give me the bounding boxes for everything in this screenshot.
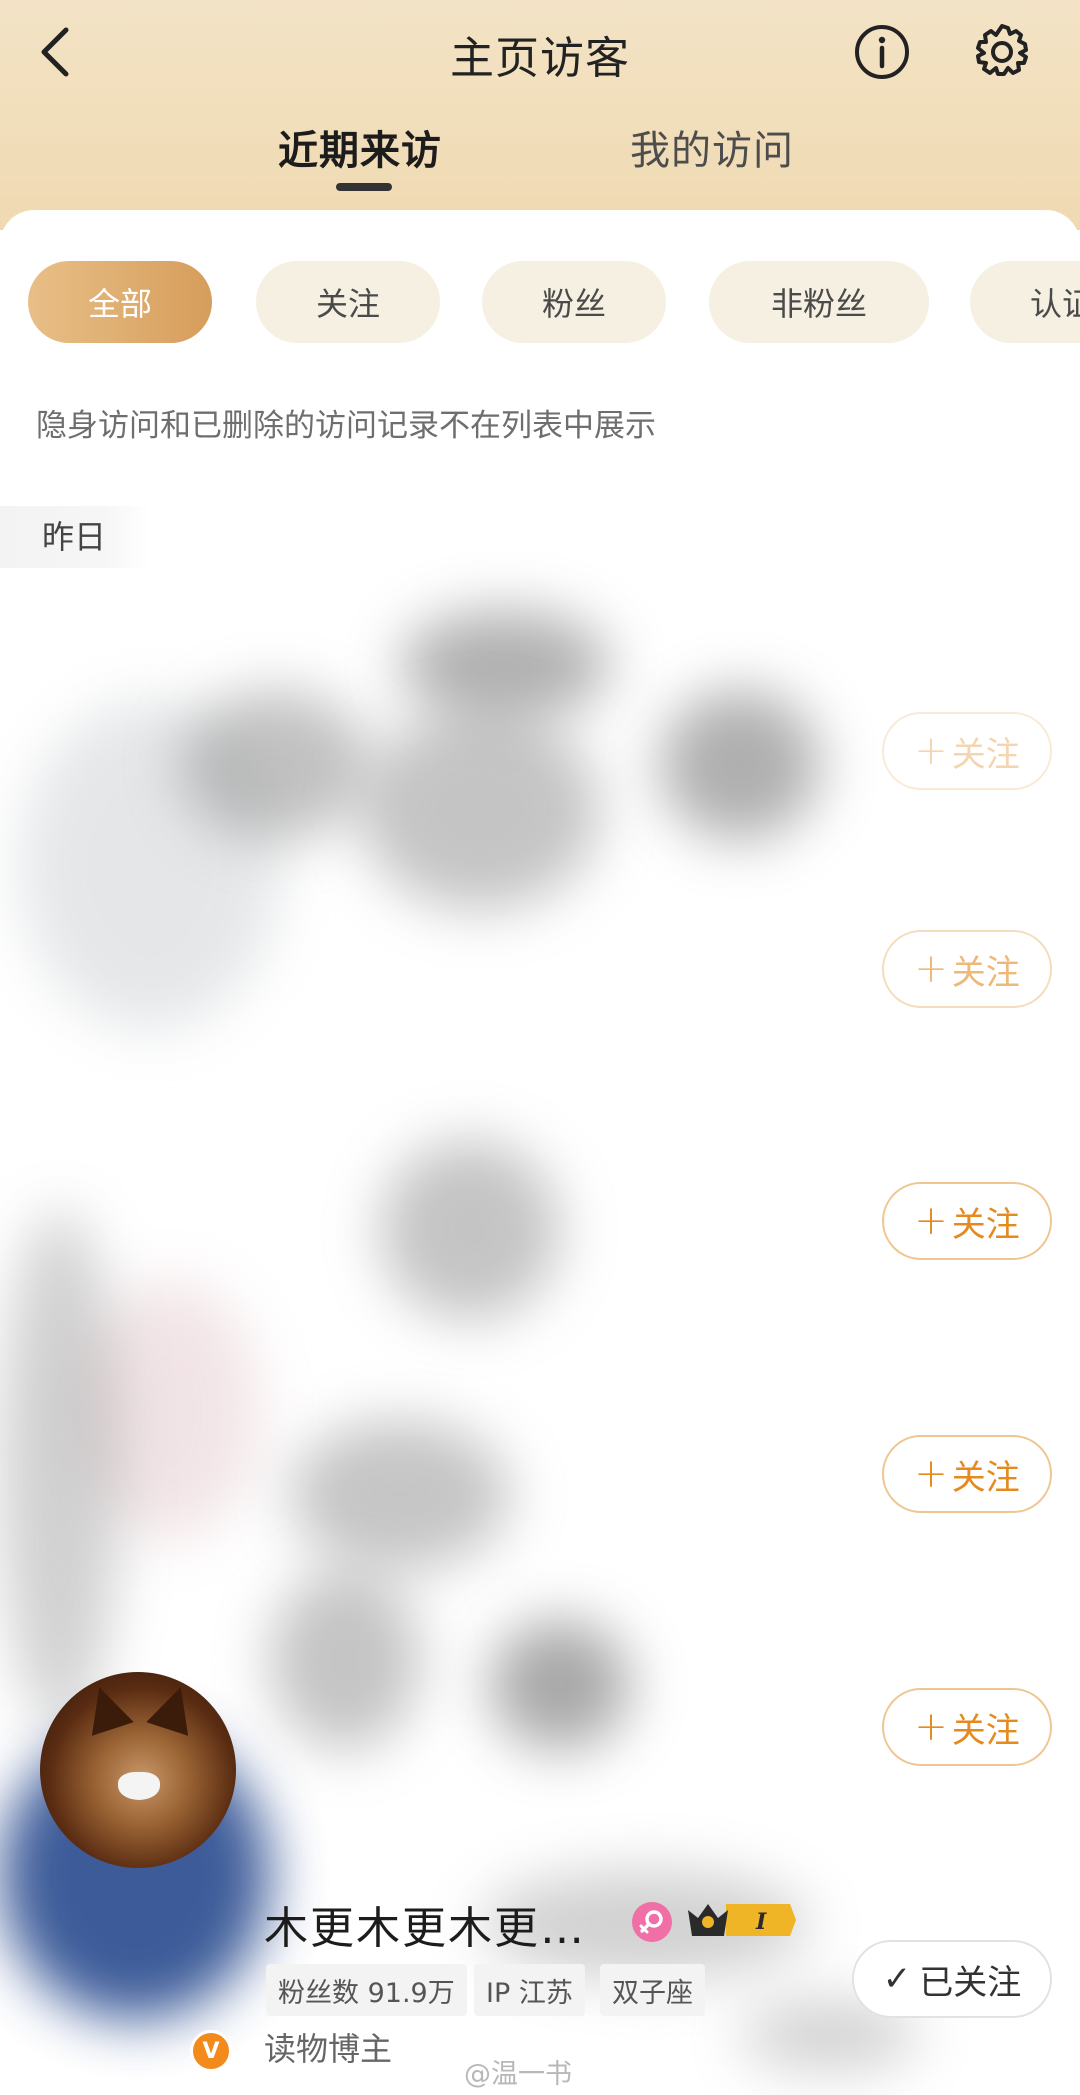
date-group-label: 昨日 — [0, 506, 150, 568]
follow-button-label: 关注 — [951, 952, 1020, 993]
blur-patch — [290, 1420, 510, 1570]
privacy-notice: 隐身访问和已删除的访问记录不在列表中展示 — [36, 408, 656, 444]
filter-chip-all[interactable]: 全部 — [28, 261, 212, 343]
filter-chip-fans[interactable]: 粉丝 — [482, 261, 666, 343]
filter-chip-verified[interactable]: 认证 — [970, 261, 1080, 343]
watermark: @温一书 — [464, 2059, 572, 2090]
plus-icon: + — [914, 728, 948, 774]
visitor-description: 读物博主 — [264, 2030, 393, 2068]
follow-button-label: 关注 — [951, 1710, 1020, 1751]
active-tab-indicator — [336, 183, 392, 191]
follow-button-label: 关注 — [951, 734, 1020, 775]
blur-patch — [380, 1140, 560, 1320]
follow-button[interactable]: + 关注 — [882, 930, 1052, 1008]
avatar-cat-ear — [78, 1680, 134, 1736]
page-title: 主页访客 — [450, 33, 630, 84]
blur-patch — [490, 1620, 630, 1750]
blur-patch — [270, 1570, 420, 1750]
plus-icon: + — [914, 1704, 948, 1750]
check-icon: ✓ — [882, 1959, 912, 1999]
follow-button[interactable]: + 关注 — [882, 1182, 1052, 1260]
avatar-mask — [118, 1772, 160, 1800]
ip-location-tag: IP 江苏 — [474, 1964, 585, 2016]
plus-icon: + — [914, 946, 948, 992]
tab-my-visits[interactable]: 我的访问 — [630, 118, 794, 176]
fan-count-tag: 粉丝数 91.9万 — [266, 1964, 467, 2016]
gear-icon[interactable] — [970, 20, 1034, 84]
filter-chip-following[interactable]: 关注 — [256, 261, 440, 343]
follow-button[interactable]: + 关注 — [882, 1435, 1052, 1513]
plus-icon: + — [914, 1198, 948, 1244]
blur-patch — [360, 710, 600, 910]
follow-button[interactable]: + 关注 — [882, 1688, 1052, 1766]
filter-chip-non-fans[interactable]: 非粉丝 — [709, 261, 929, 343]
vip-level-text: I — [755, 1909, 767, 1935]
header: 主页访客 近期来访 我的访问 — [0, 0, 1080, 230]
blur-patch — [180, 690, 370, 840]
blur-patch — [400, 610, 610, 720]
info-icon[interactable] — [852, 22, 912, 82]
zodiac-tag: 双子座 — [600, 1964, 705, 2016]
plus-icon: + — [914, 1451, 948, 1497]
blur-patch — [660, 690, 820, 840]
vip-crown-badge-icon: I — [686, 1898, 796, 1942]
follow-button-label: 关注 — [951, 1204, 1020, 1245]
visitor-name[interactable]: 木更木更木更… — [264, 1892, 586, 1956]
avatar-cat-ear — [146, 1680, 202, 1736]
verified-badge-icon: V — [190, 2030, 232, 2072]
follow-button[interactable]: + 关注 — [882, 712, 1052, 790]
followed-button-label: 已关注 — [919, 1962, 1022, 2003]
followed-button[interactable]: ✓ 已关注 — [852, 1940, 1052, 2018]
follow-button-label: 关注 — [951, 1457, 1020, 1498]
tab-recent-visits[interactable]: 近期来访 — [278, 118, 442, 176]
avatar[interactable] — [40, 1672, 236, 1868]
female-icon — [632, 1902, 672, 1942]
blur-patch — [0, 1210, 120, 1730]
